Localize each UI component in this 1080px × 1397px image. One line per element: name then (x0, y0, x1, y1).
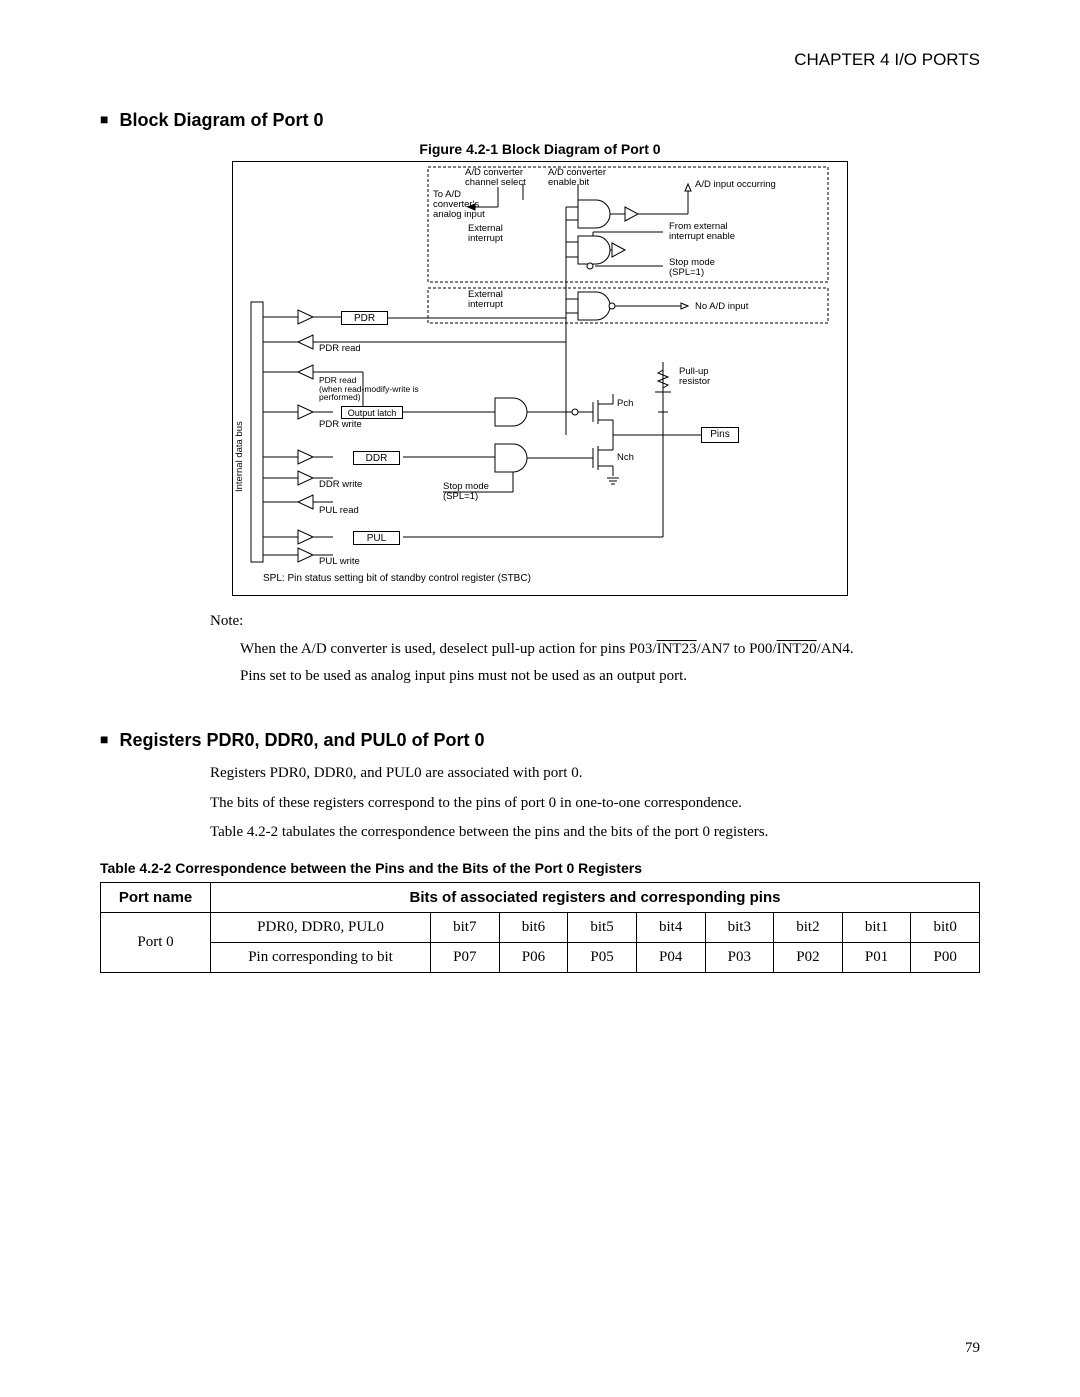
label-ad-enable-bit: A/D converterenable bit (548, 168, 606, 188)
box-pins: Pins (701, 427, 739, 443)
table-row: Port name Bits of associated registers a… (101, 882, 980, 912)
note-line1-prefix: When the A/D converter is used, deselect… (240, 641, 657, 657)
label-internal-data-bus: Internal data bus (235, 372, 245, 492)
label-stop-mode-2: Stop mode(SPL=1) (443, 482, 489, 502)
cell-bit: bit7 (431, 912, 500, 942)
cell-row1-label: PDR0, DDR0, PUL0 (211, 912, 431, 942)
label-pul-read: PUL read (319, 506, 359, 516)
para-reg3: Table 4.2-2 tabulates the correspondence… (210, 820, 980, 846)
section-bullet-icon: ■ (100, 111, 108, 127)
figure-caption: Figure 4.2-1 Block Diagram of Port 0 (100, 141, 980, 157)
section-registers: ■ Registers PDR0, DDR0, and PUL0 of Port… (100, 730, 980, 751)
label-ad-input-occurring: A/D input occurring (695, 180, 776, 190)
label-stop-mode-1: Stop mode(SPL=1) (669, 258, 715, 278)
cell-bit: bit3 (705, 912, 774, 942)
label-from-ext-int-enable: From externalinterrupt enable (669, 222, 735, 242)
label-pdr-read-rmw: PDR read(when read-modify-write isperfor… (319, 376, 419, 402)
cell-bit: bit1 (842, 912, 911, 942)
cell-row2-label: Pin corresponding to bit (211, 942, 431, 972)
cell-pin: P05 (568, 942, 637, 972)
port0-registers-table: Port name Bits of associated registers a… (100, 882, 980, 973)
th-bits-header: Bits of associated registers and corresp… (211, 882, 980, 912)
label-pul-write: PUL write (319, 557, 360, 567)
note-line1-mid: /AN7 to P00/ (697, 641, 777, 657)
label-pullup: Pull-upresistor (679, 367, 710, 387)
cell-bit: bit2 (774, 912, 843, 942)
cell-bit: bit4 (636, 912, 705, 942)
note-int20: INT20 (777, 641, 817, 657)
cell-pin: P04 (636, 942, 705, 972)
label-external-interrupt-2: Externalinterrupt (468, 290, 503, 310)
box-output-latch: Output latch (341, 406, 403, 419)
section2-title: Registers PDR0, DDR0, and PUL0 of Port 0 (119, 730, 484, 750)
label-external-interrupt-1: Externalinterrupt (468, 224, 503, 244)
cell-bit: bit0 (911, 912, 980, 942)
label-pch: Pch (617, 399, 633, 409)
box-pdr: PDR (341, 311, 388, 325)
note-int23: INT23 (657, 641, 697, 657)
label-to-ad-analog: To A/Dconverter'sanalog input (433, 190, 485, 220)
cell-port-name: Port 0 (101, 912, 211, 972)
section-bullet-icon: ■ (100, 731, 108, 747)
table-row: Port 0 PDR0, DDR0, PUL0 bit7 bit6 bit5 b… (101, 912, 980, 942)
cell-pin: P02 (774, 942, 843, 972)
table-row: Pin corresponding to bit P07 P06 P05 P04… (101, 942, 980, 972)
label-no-ad-input: No A/D input (695, 302, 748, 312)
th-port-name: Port name (101, 882, 211, 912)
cell-pin: P01 (842, 942, 911, 972)
table-caption: Table 4.2-2 Correspondence between the P… (100, 860, 980, 876)
cell-pin: P06 (499, 942, 568, 972)
section-block-diagram: ■ Block Diagram of Port 0 (100, 110, 980, 131)
page-number: 79 (965, 1340, 980, 1357)
label-spl-note: SPL: Pin status setting bit of standby c… (263, 574, 531, 585)
label-pdr-write: PDR write (319, 420, 362, 430)
block-diagram-port0: Internal data bus A/D converterchannel s… (232, 161, 848, 596)
cell-pin: P03 (705, 942, 774, 972)
note-line1-suffix: /AN4. (817, 641, 854, 657)
section1-title: Block Diagram of Port 0 (119, 110, 323, 130)
label-pdr-read: PDR read (319, 344, 361, 354)
box-pul: PUL (353, 531, 400, 545)
cell-pin: P07 (431, 942, 500, 972)
cell-pin: P00 (911, 942, 980, 972)
para-reg1: Registers PDR0, DDR0, and PUL0 are assoc… (210, 761, 980, 787)
cell-bit: bit6 (499, 912, 568, 942)
box-ddr: DDR (353, 451, 400, 465)
label-ddr-write: DDR write (319, 480, 362, 490)
label-ad-ch-select: A/D converterchannel select (465, 168, 526, 188)
label-nch: Nch (617, 453, 634, 463)
chapter-title: CHAPTER 4 I/O PORTS (100, 50, 980, 70)
note-body: When the A/D converter is used, deselect… (240, 636, 980, 690)
cell-bit: bit5 (568, 912, 637, 942)
para-reg2: The bits of these registers correspond t… (210, 791, 980, 817)
note-line2: Pins set to be used as analog input pins… (240, 668, 687, 684)
note-label: Note: (210, 613, 980, 630)
